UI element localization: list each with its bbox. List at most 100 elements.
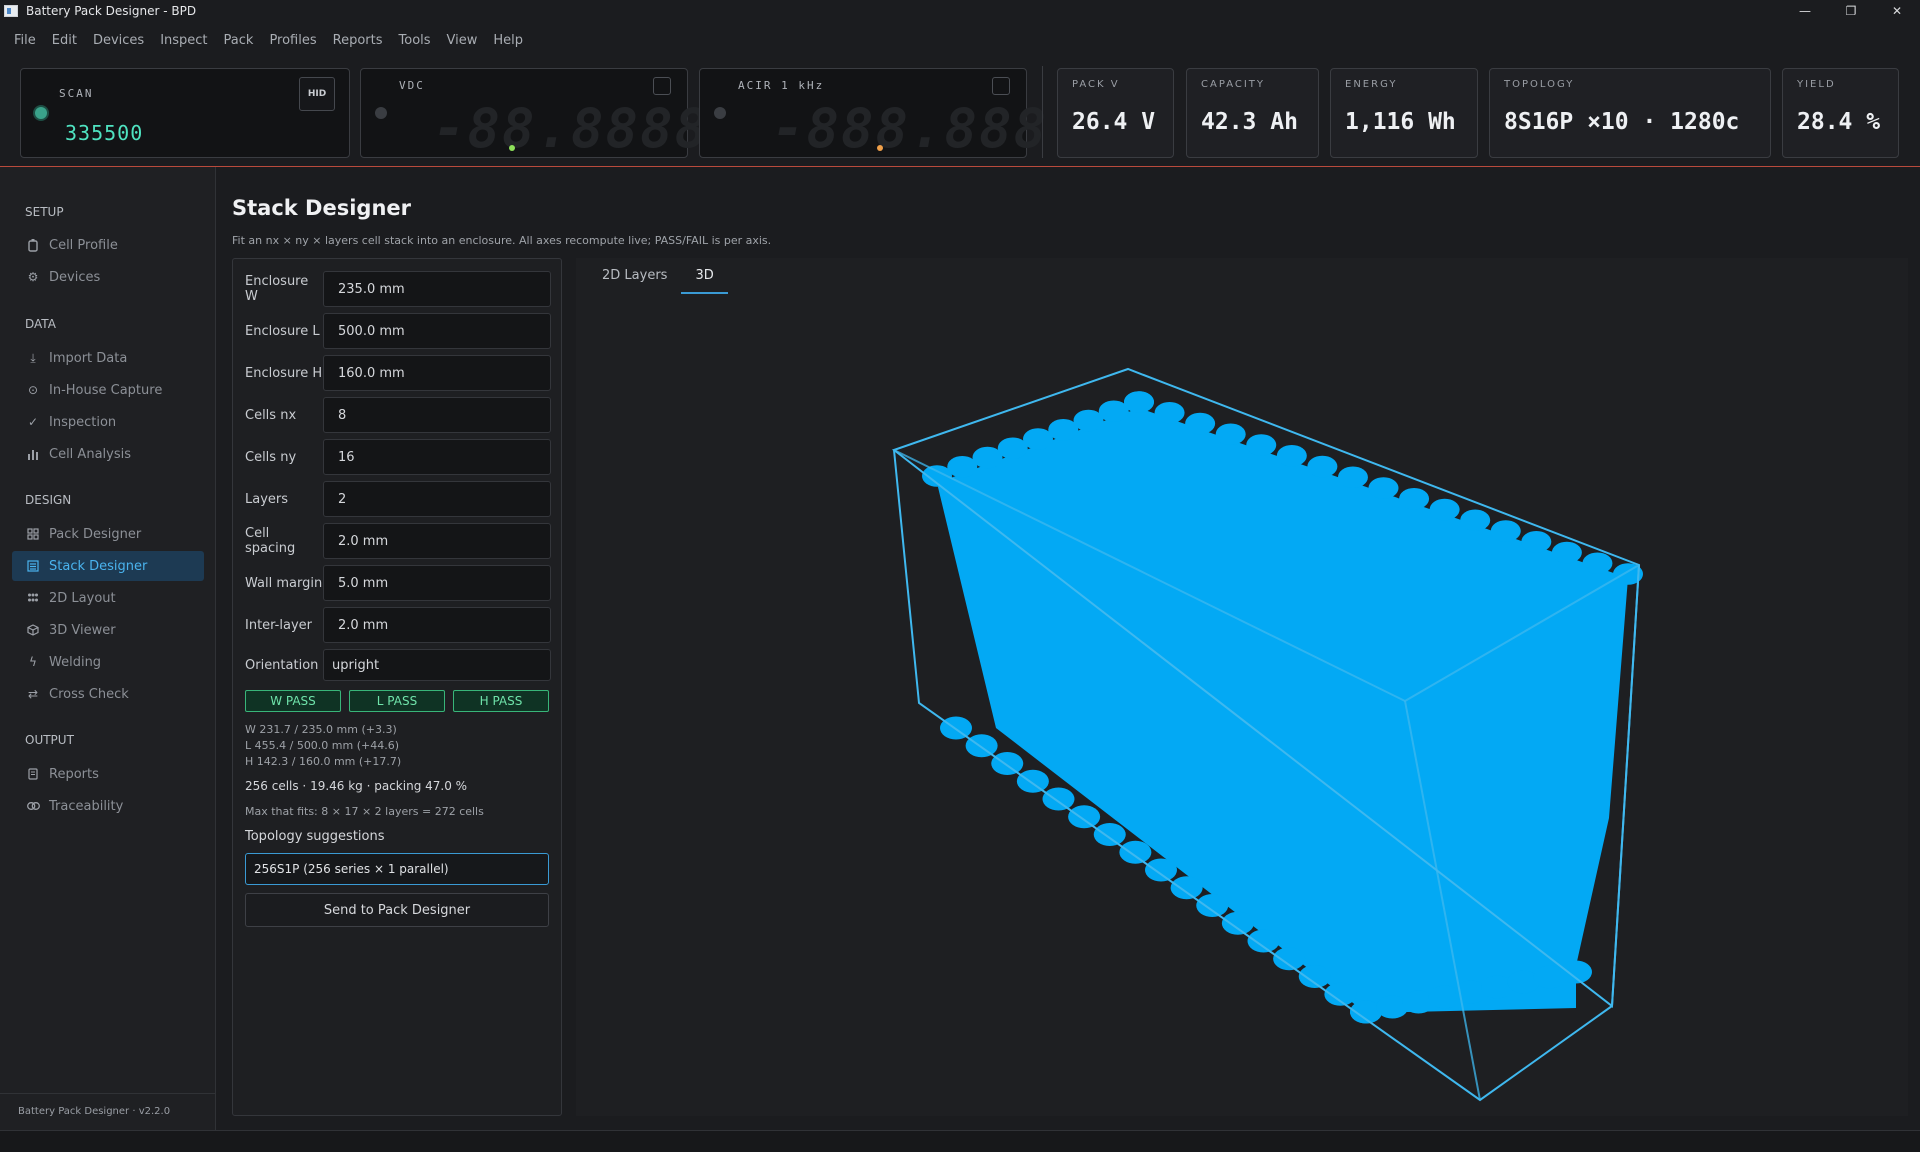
kpi-value: 26.4 V — [1072, 109, 1156, 135]
3d-canvas[interactable] — [576, 258, 1908, 1116]
kpi-label: CAPACITY — [1201, 79, 1266, 90]
topology-select[interactable]: 256S1P (256 series × 1 parallel) — [245, 853, 549, 885]
minimize-button[interactable]: — — [1782, 0, 1828, 22]
sidebar-item-stack-designer[interactable]: Stack Designer — [12, 551, 204, 581]
menu-view[interactable]: View — [447, 33, 478, 48]
field-layers: Layers 2 — [245, 481, 551, 517]
sidebar-item-label: Stack Designer — [49, 558, 148, 574]
menu-pack[interactable]: Pack — [224, 33, 254, 48]
enclosure-w-input[interactable]: 235.0 mm — [323, 271, 551, 307]
title-bar: Battery Pack Designer - BPD — ❐ ✕ — [0, 0, 1920, 22]
kpi-yield: YIELD 28.4 % — [1782, 68, 1899, 158]
sidebar-item-cell-analysis[interactable]: Cell Analysis — [12, 439, 204, 469]
kpi-capacity: CAPACITY 42.3 Ah — [1186, 68, 1319, 158]
status-bar — [0, 1130, 1920, 1152]
menu-help[interactable]: Help — [493, 33, 523, 48]
maximize-button[interactable]: ❐ — [1828, 0, 1874, 22]
field-orientation: Orientation upright — [245, 649, 551, 681]
sidebar-item-reports[interactable]: Reports — [12, 759, 204, 789]
tab-2d-layers[interactable]: 2D Layers — [588, 258, 681, 294]
close-button[interactable]: ✕ — [1874, 0, 1920, 22]
cell-bottom — [1145, 858, 1177, 882]
swap-icon: ⇄ — [27, 687, 39, 701]
sidebar-item-2d-layout[interactable]: 2D Layout — [12, 583, 204, 613]
sidebar-item-welding[interactable]: ϟ Welding — [12, 647, 204, 677]
wall-margin-input[interactable]: 5.0 mm — [323, 565, 551, 601]
section-design: DESIGN — [25, 493, 72, 507]
cell-top — [1307, 455, 1338, 478]
menu-profiles[interactable]: Profiles — [269, 33, 316, 48]
field-label: Enclosure W — [245, 274, 309, 304]
vdc-indicator-dot — [509, 145, 515, 151]
sidebar-item-label: Reports — [49, 766, 99, 782]
menu-inspect[interactable]: Inspect — [160, 33, 207, 48]
menu-devices[interactable]: Devices — [93, 33, 144, 48]
acir-display: -888.888 — [772, 97, 1049, 160]
sidebar-item-label: Inspection — [49, 414, 117, 430]
cell-top — [1154, 401, 1185, 424]
menu-bar: File Edit Devices Inspect Pack Profiles … — [0, 28, 539, 52]
cells-ny-input[interactable]: 16 — [323, 439, 551, 475]
inter-layer-input[interactable]: 2.0 mm — [323, 607, 551, 643]
vdc-status-dot — [375, 107, 387, 119]
cell-bottom — [1560, 960, 1592, 984]
field-enclosure-h: Enclosure H 160.0 mm — [245, 355, 551, 391]
sidebar-item-label: Devices — [49, 269, 101, 285]
field-label: Orientation — [245, 657, 319, 673]
menu-tools[interactable]: Tools — [399, 33, 431, 48]
sidebar-item-label: 3D Viewer — [49, 622, 116, 638]
sidebar-item-in-house-capture[interactable]: ⊙ In-House Capture — [12, 375, 204, 405]
field-label: Cells ny — [245, 449, 297, 465]
hid-button[interactable]: HID — [299, 77, 335, 111]
sidebar-item-3d-viewer[interactable]: 3D Viewer — [12, 615, 204, 645]
sidebar-footer: Battery Pack Designer · v2.2.0 — [0, 1093, 216, 1129]
sidebar-item-devices[interactable]: ⚙ Devices — [12, 262, 204, 292]
axis-check-h: H 142.3 / 160.0 mm (+17.7) — [245, 755, 402, 768]
tab-3d[interactable]: 3D — [681, 258, 728, 294]
cell-bottom — [1119, 840, 1152, 864]
sidebar-item-traceability[interactable]: Traceability — [12, 791, 204, 821]
strip-accent-line — [0, 166, 1920, 167]
orientation-select[interactable]: upright — [323, 649, 551, 681]
cell-top — [1429, 498, 1460, 521]
scan-value: 335500 — [65, 121, 144, 145]
cell-top — [1490, 520, 1521, 542]
enclosure-l-input[interactable]: 500.0 mm — [323, 313, 551, 349]
menu-edit[interactable]: Edit — [52, 33, 77, 48]
sidebar-item-inspection[interactable]: ✓ Inspection — [12, 407, 204, 437]
cell-stack-body — [937, 408, 1628, 1013]
layers-input[interactable]: 2 — [323, 481, 551, 517]
app-icon — [4, 5, 18, 17]
acir-indicator-dot — [877, 145, 883, 151]
viewer-panel: 2D Layers 3D — [576, 258, 1908, 1116]
kpi-label: ENERGY — [1345, 79, 1398, 90]
sidebar-item-label: Import Data — [49, 350, 128, 366]
stack-summary: 256 cells · 19.46 kg · packing 47.0 % — [245, 779, 468, 793]
cell-bottom — [1221, 911, 1254, 935]
acir-label: ACIR 1 kHz — [738, 79, 825, 92]
cells-nx-input[interactable]: 8 — [323, 397, 551, 433]
acir-checkbox[interactable] — [992, 77, 1010, 95]
enclosure-h-input[interactable]: 160.0 mm — [323, 355, 551, 391]
cell-bottom — [991, 751, 1024, 776]
kpi-energy: ENERGY 1,116 Wh — [1330, 68, 1478, 158]
field-label: Wall margin — [245, 575, 323, 591]
window-controls: — ❐ ✕ — [1782, 0, 1920, 22]
sidebar-item-cell-profile[interactable]: Cell Profile — [12, 230, 204, 260]
menu-file[interactable]: File — [14, 33, 36, 48]
menu-reports[interactable]: Reports — [333, 33, 383, 48]
link-icon — [26, 799, 40, 813]
cell-spacing-input[interactable]: 2.0 mm — [323, 523, 551, 559]
vdc-checkbox[interactable] — [653, 77, 671, 95]
bolt-icon: ϟ — [29, 655, 37, 669]
field-wall-margin: Wall margin 5.0 mm — [245, 565, 551, 601]
send-to-pack-designer-button[interactable]: Send to Pack Designer — [245, 893, 549, 927]
sidebar-item-import-data[interactable]: ⤓ Import Data — [12, 343, 204, 373]
sidebar-item-pack-designer[interactable]: Pack Designer — [12, 519, 204, 549]
sidebar-item-label: 2D Layout — [49, 590, 116, 606]
sidebar-item-cross-check[interactable]: ⇄ Cross Check — [12, 679, 204, 709]
sidebar-item-label: Cross Check — [49, 686, 129, 702]
kpi-value: 8S16P ×10 · 1280c — [1504, 109, 1740, 135]
download-icon: ⤓ — [30, 350, 36, 365]
sidebar-item-label: In-House Capture — [49, 382, 163, 398]
